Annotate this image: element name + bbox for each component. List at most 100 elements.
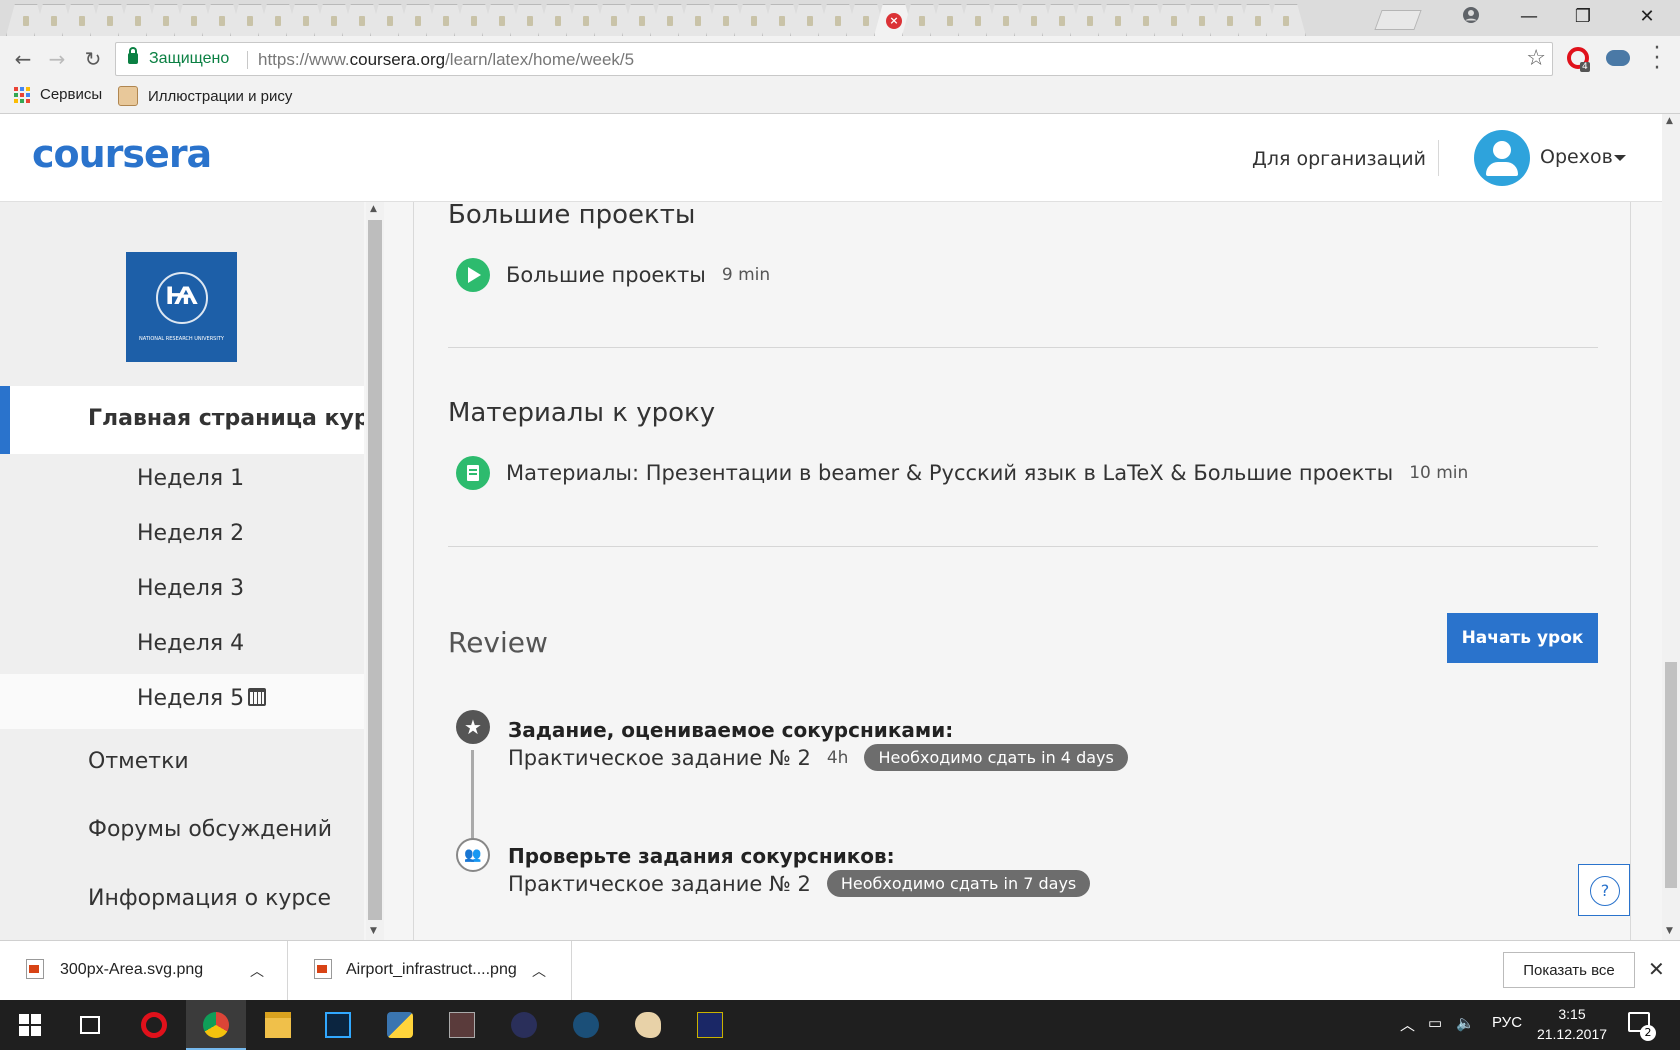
taskbar-photoshop[interactable]: [308, 1000, 368, 1050]
download-item[interactable]: Airport_infrastruct....png ︿: [288, 941, 572, 1001]
scroll-up-arrow-icon[interactable]: ▲: [1666, 116, 1673, 126]
restore-button[interactable]: ❐: [1560, 4, 1606, 30]
tab-favicon-icon: [135, 16, 141, 26]
download-item[interactable]: 300px-Area.svg.png ︿: [0, 941, 288, 1001]
sidebar-item-grades[interactable]: Отметки: [0, 739, 364, 789]
tab-favicon-icon: [667, 16, 673, 26]
week-content: Большие проекты Большие проекты 9 min Ма…: [413, 200, 1631, 940]
volume-icon[interactable]: 🔈: [1456, 1014, 1475, 1032]
site-header: coursera Для организаций Орехов: [0, 114, 1662, 202]
assignment-row[interactable]: Практическое задание № 2 Необходимо сдат…: [508, 870, 1091, 897]
lesson-item-video[interactable]: Большие проекты 9 min: [456, 258, 770, 292]
forward-button[interactable]: →: [42, 44, 72, 74]
section-title: Большие проекты: [448, 200, 696, 230]
taskbar-python[interactable]: [370, 1000, 430, 1050]
coursera-logo[interactable]: coursera: [32, 132, 212, 176]
minimize-button[interactable]: —: [1506, 4, 1552, 30]
tab-favicon-icon: [1059, 16, 1065, 26]
download-filename[interactable]: Airport_infrastruct....png: [346, 961, 517, 979]
clock-date: 21.12.2017: [1536, 1026, 1608, 1042]
sidebar-item-home[interactable]: Главная страница курса: [0, 386, 364, 454]
tab-favicon-icon: [471, 16, 477, 26]
new-tab-button[interactable]: [1374, 10, 1422, 30]
download-filename[interactable]: 300px-Area.svg.png: [60, 961, 203, 979]
browser-tab[interactable]: [1266, 4, 1306, 36]
language-indicator[interactable]: РУС: [1492, 1014, 1522, 1031]
extension-icon[interactable]: [1606, 50, 1630, 66]
clock[interactable]: 3:15 21.12.2017: [1534, 1004, 1610, 1044]
scroll-up-arrow-icon[interactable]: ▲: [370, 204, 377, 214]
taskbar-gzdb[interactable]: [432, 1000, 492, 1050]
avatar-body: [1486, 162, 1518, 176]
profile-icon[interactable]: [1462, 6, 1480, 24]
assignment-name[interactable]: Практическое задание № 2: [508, 746, 811, 770]
help-button[interactable]: ?: [1578, 864, 1630, 916]
tab-favicon-icon: [583, 16, 589, 26]
taskbar-steam[interactable]: [556, 1000, 616, 1050]
windows-taskbar: ︿ ▭ 🔈 РУС 3:15 21.12.2017 2: [0, 1000, 1680, 1050]
taskbar-opera[interactable]: [124, 1000, 184, 1050]
scroll-down-arrow-icon[interactable]: ▼: [1666, 926, 1673, 936]
sidebar-item-course-info[interactable]: Информация о курсе: [0, 876, 364, 926]
sidebar-item-week-2[interactable]: Неделя 2: [0, 509, 364, 564]
task-view-button[interactable]: [60, 1000, 120, 1050]
close-icon[interactable]: ✕: [1648, 957, 1665, 981]
sidebar-item-label: Неделя 3: [137, 576, 245, 601]
tab-favicon-icon: [527, 16, 533, 26]
network-icon[interactable]: ▭: [1428, 1014, 1442, 1032]
start-lesson-button[interactable]: Начать урок: [1447, 613, 1598, 663]
close-window-button[interactable]: ✕: [1624, 4, 1670, 30]
lock-icon: [128, 47, 138, 64]
address-bar[interactable]: Защищено https://www.coursera.org/learn/…: [115, 42, 1553, 76]
page-scroll-thumb[interactable]: [1665, 662, 1677, 888]
assignment-name[interactable]: Практическое задание № 2: [508, 872, 811, 896]
browser-menu-icon[interactable]: · · ·: [1652, 38, 1662, 80]
sidebar-item-week-5[interactable]: Неделя 5: [0, 674, 364, 729]
sidebar-scroll-thumb[interactable]: [368, 220, 382, 920]
tab-favicon-icon: [443, 16, 449, 26]
browser-toolbar: ← → ↻ Защищено https://www.coursera.org/…: [0, 36, 1680, 82]
username[interactable]: Орехов: [1540, 146, 1613, 168]
chevron-down-icon[interactable]: [1614, 155, 1626, 161]
assignment-row[interactable]: Практическое задание № 2 4h Необходимо с…: [508, 744, 1128, 771]
sidebar-item-week-4[interactable]: Неделя 4: [0, 619, 364, 674]
lesson-item-title[interactable]: Большие проекты: [506, 263, 706, 287]
sidebar-item-week-1[interactable]: Неделя 1: [0, 454, 364, 509]
folder-icon: [265, 1012, 291, 1038]
taskbar-app[interactable]: [494, 1000, 554, 1050]
bookmark-illustrations[interactable]: Иллюстрации и рису: [118, 86, 292, 106]
lesson-item-duration: 9 min: [721, 265, 771, 285]
scroll-down-arrow-icon[interactable]: ▼: [370, 926, 377, 936]
for-organizations-link[interactable]: Для организаций: [1252, 148, 1426, 170]
calendar-icon: [248, 688, 266, 706]
image-file-icon: [26, 959, 44, 979]
reload-button[interactable]: ↻: [78, 44, 108, 74]
back-button[interactable]: ←: [8, 44, 38, 74]
taskbar-texstudio[interactable]: [680, 1000, 740, 1050]
tray-chevron-up-icon[interactable]: ︿: [1400, 1014, 1415, 1035]
show-all-downloads-button[interactable]: Показать все: [1503, 952, 1635, 988]
avatar-head: [1493, 141, 1511, 159]
bookmark-apps-label: Сервисы: [40, 86, 103, 103]
lesson-item-reading[interactable]: Материалы: Презентации в beamer & Русски…: [456, 456, 1468, 490]
bookmark-apps[interactable]: Сервисы: [14, 86, 102, 103]
bookmark-star-icon[interactable]: ☆: [1526, 46, 1546, 71]
sidebar-item-week-3[interactable]: Неделя 3: [0, 564, 364, 619]
tab-favicon-icon: [79, 16, 85, 26]
chevron-up-icon[interactable]: ︿: [250, 961, 264, 981]
taskbar-chrome[interactable]: [186, 1000, 246, 1050]
bookmarks-bar: Сервисы Иллюстрации и рису: [0, 82, 1680, 114]
lesson-item-title[interactable]: Материалы: Презентации в beamer & Русски…: [506, 461, 1393, 485]
avatar[interactable]: [1474, 130, 1530, 186]
taskbar-paint[interactable]: [618, 1000, 678, 1050]
lesson-item-duration: 10 min: [1409, 463, 1469, 483]
page-scrollbar[interactable]: ▲ ▼: [1662, 114, 1680, 940]
tab-favicon-icon: [947, 16, 953, 26]
taskbar-explorer[interactable]: [248, 1000, 308, 1050]
assignment-label: Задание, оцениваемое сокурсниками:: [508, 718, 954, 742]
sidebar-scrollbar[interactable]: ▲ ▼: [366, 202, 384, 940]
tab-favicon-icon: [247, 16, 253, 26]
sidebar-item-forums[interactable]: Форумы обсуждений: [0, 807, 364, 857]
chevron-up-icon[interactable]: ︿: [532, 961, 546, 981]
start-button[interactable]: [0, 1000, 60, 1050]
